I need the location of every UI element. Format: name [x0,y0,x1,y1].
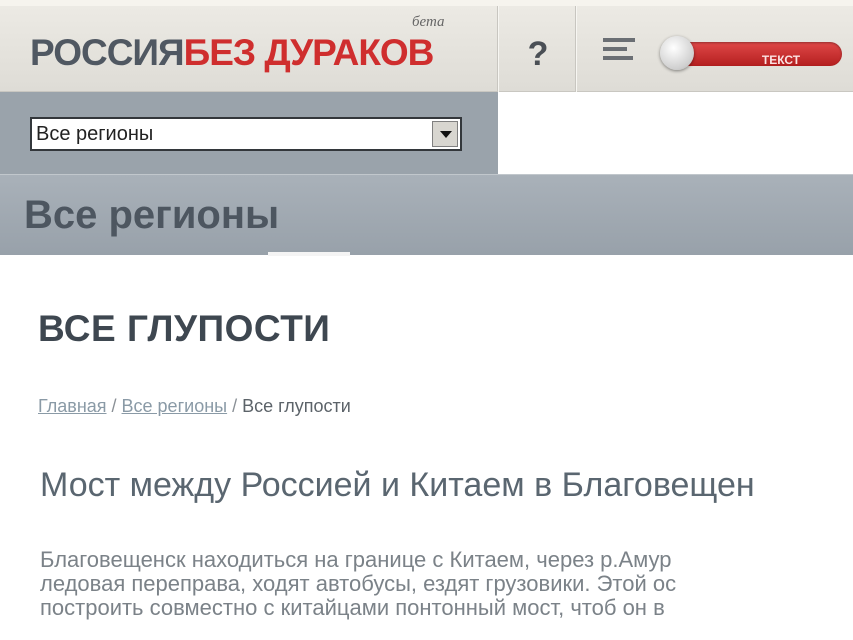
region-select[interactable]: Все регионы [30,117,462,151]
breadcrumb-regions-link[interactable]: Все регионы [122,396,228,416]
toggle-knob[interactable] [660,36,694,70]
region-panel: Все регионы [0,92,498,174]
logo-text-russia: РОССИЯ [30,32,185,73]
article-excerpt: Благовещенск находиться на границе с Кит… [40,548,853,620]
logo-text-bez-durakov: БЕЗ ДУРАКОВ [183,32,435,73]
text-mode-toggle[interactable]: ТЕКСТ [660,36,842,72]
region-select-value: Все регионы [36,123,154,145]
article-title-link[interactable]: Мост между Россией и Китаем в Благовещен [40,466,755,505]
article-text-line: построить совместно с китайцами понтонны… [40,595,665,620]
breadcrumb-home-link[interactable]: Главная [38,396,107,416]
article-text-line: ледовая переправа, ходят автобусы, ездят… [40,571,677,596]
page-title: ВСЕ ГЛУПОСТИ [38,308,331,349]
toggle-label: ТЕКСТ [761,53,801,67]
breadcrumb-current: Все глупости [242,396,351,416]
band-tab-marker [268,252,350,256]
article-text-line: Благовещенск находиться на границе с Кит… [40,548,672,572]
region-header-band: Все регионы [0,174,853,255]
toggle-track: ТЕКСТ [678,42,842,67]
divider [498,6,499,92]
breadcrumb-separator: / [106,396,122,416]
top-header: РОССИЯБЕЗ ДУРАКОВ бета ? ТЕКСТ [0,0,853,92]
list-icon[interactable] [603,38,635,72]
breadcrumb: Главная / Все регионы / Все глупости [38,396,351,417]
region-heading: Все регионы [24,193,280,237]
divider [576,6,577,92]
breadcrumb-separator: / [227,396,243,416]
help-button[interactable]: ? [510,28,566,80]
chevron-down-icon[interactable] [432,121,458,147]
beta-label: бета [412,14,445,30]
site-logo[interactable]: РОССИЯБЕЗ ДУРАКОВ [30,32,435,82]
